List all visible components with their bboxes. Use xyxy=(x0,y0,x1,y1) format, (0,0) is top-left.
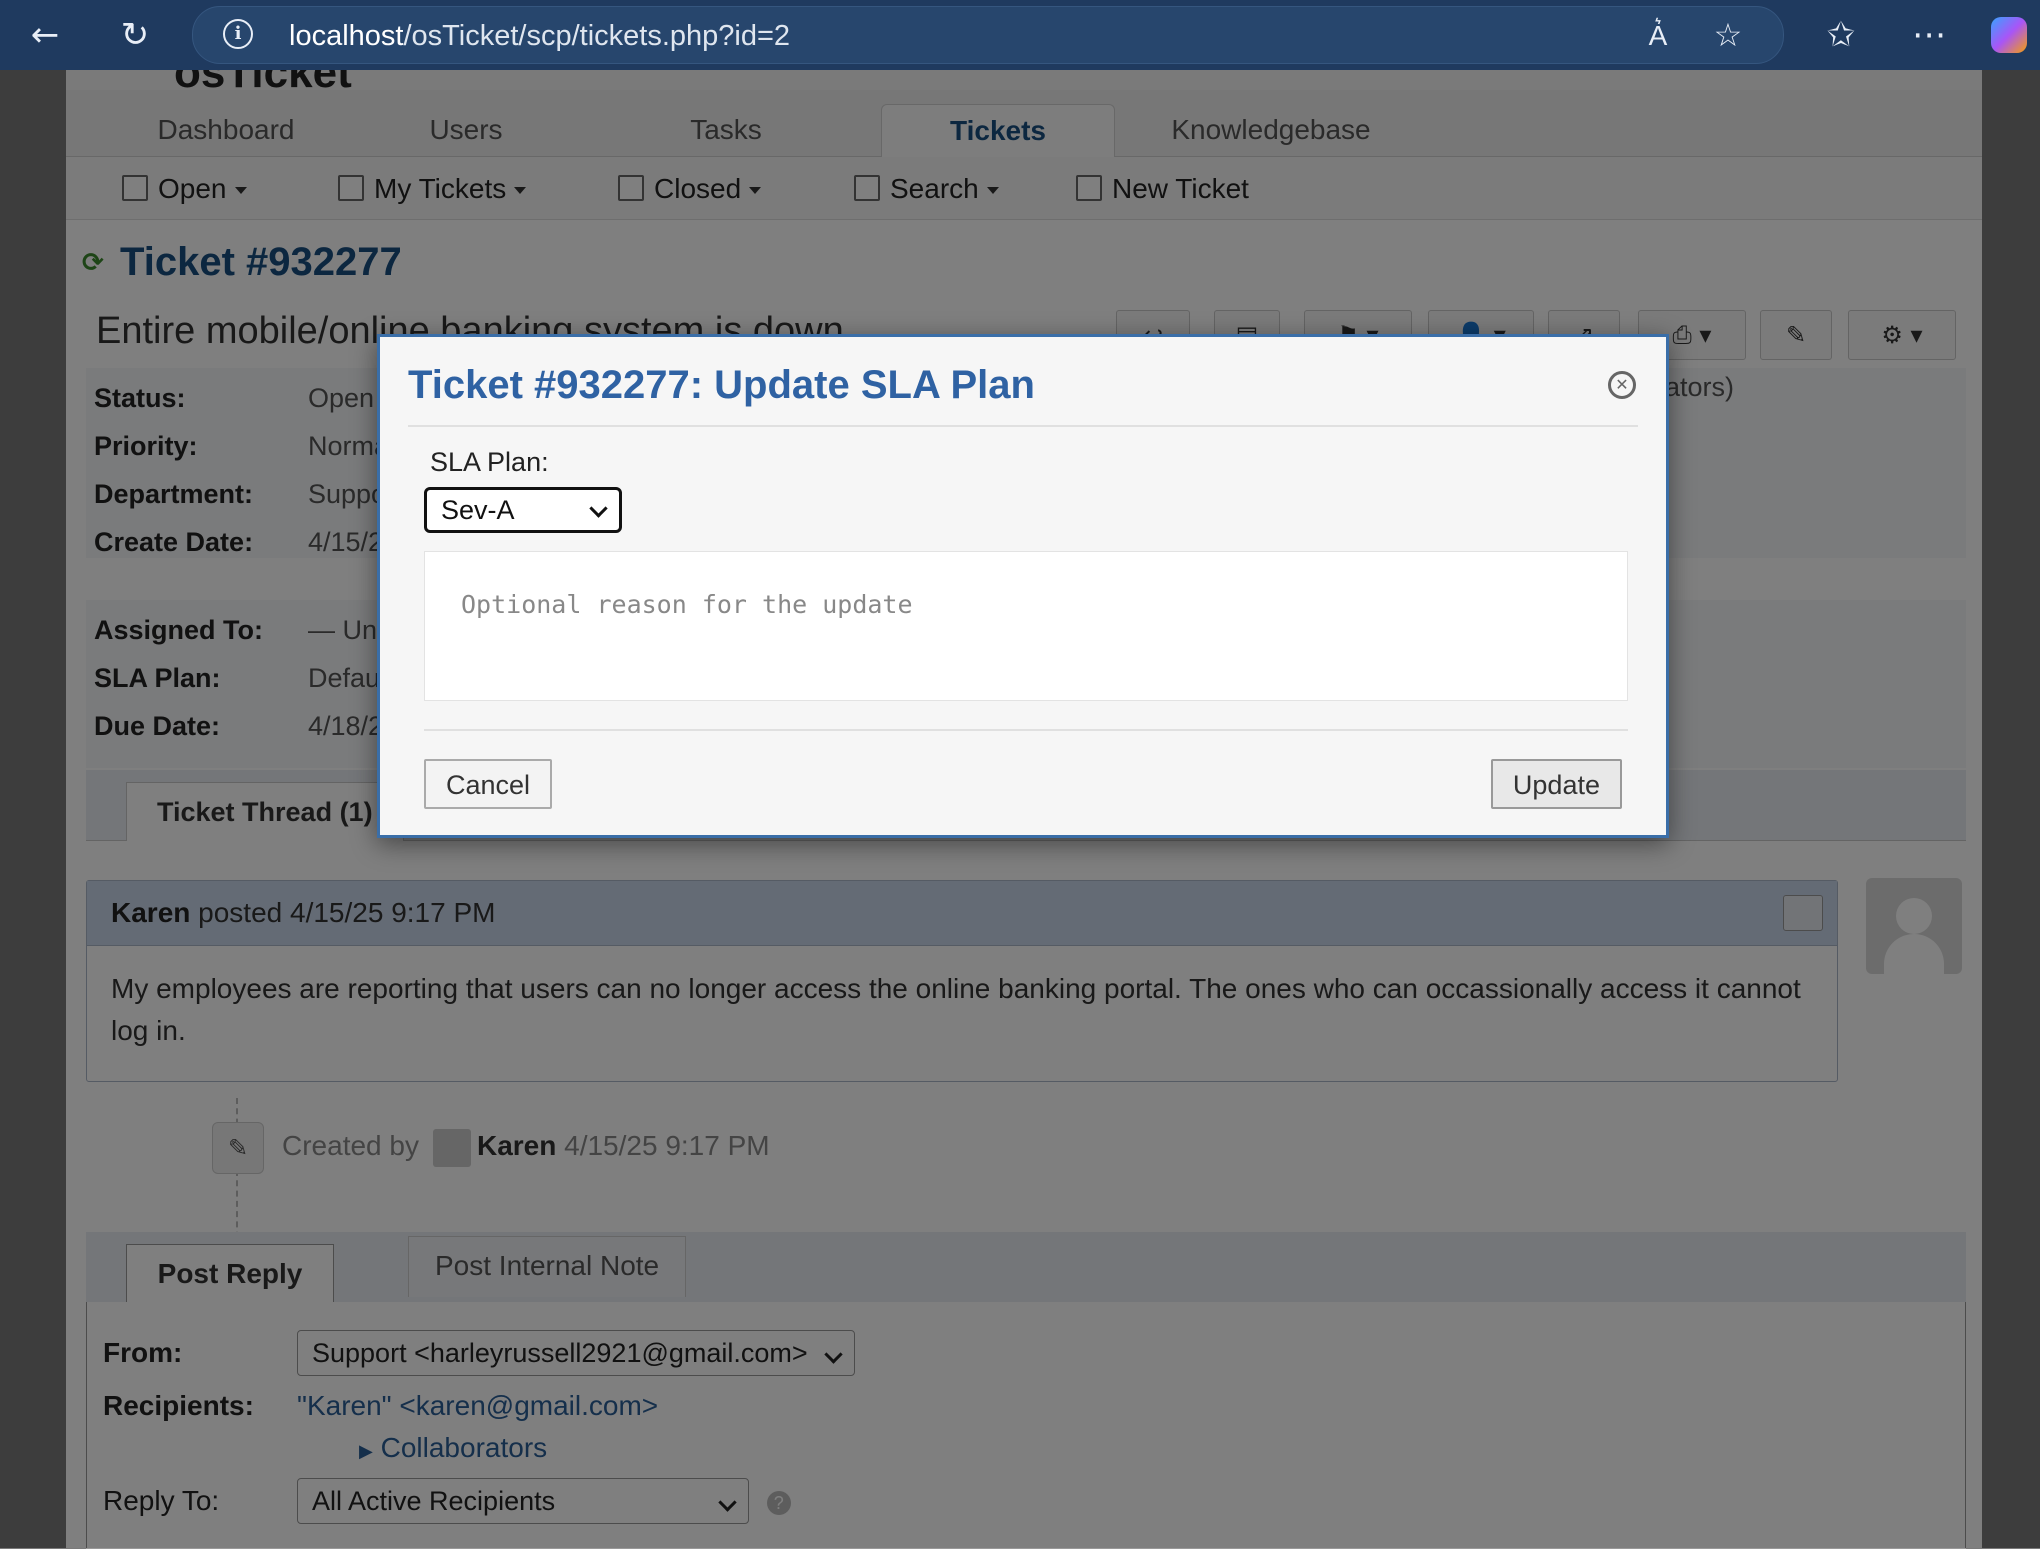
close-icon[interactable]: ✕ xyxy=(1608,371,1636,399)
url-text[interactable]: localhost/osTicket/scp/tickets.php?id=2 xyxy=(289,20,790,53)
divider xyxy=(424,729,1628,731)
back-arrow-icon[interactable]: ← xyxy=(20,10,70,60)
more-menu-icon[interactable]: ⋯ xyxy=(1904,10,1954,60)
reason-textarea[interactable]: Optional reason for the update xyxy=(424,551,1628,701)
copilot-icon[interactable] xyxy=(1984,10,2034,60)
cancel-button[interactable]: Cancel xyxy=(424,759,553,809)
favorite-star-icon[interactable]: ☆ xyxy=(1703,10,1753,60)
update-button[interactable]: Update xyxy=(1490,759,1622,809)
reload-icon[interactable]: ↻ xyxy=(110,10,160,60)
address-bar[interactable]: i localhost/osTicket/scp/tickets.php?id=… xyxy=(192,6,1784,64)
divider xyxy=(408,425,1638,427)
reason-placeholder: Optional reason for the update xyxy=(461,590,913,619)
site-info-icon[interactable]: i xyxy=(223,19,253,49)
update-sla-dialog: Ticket #932277: Update SLA Plan ✕ SLA Pl… xyxy=(377,334,1669,838)
dialog-title: Ticket #932277: Update SLA Plan xyxy=(408,363,1035,407)
read-aloud-icon[interactable]: A͛ xyxy=(1633,10,1683,60)
sla-plan-select[interactable]: Sev-A xyxy=(424,487,622,533)
favorites-icon[interactable]: ✩ xyxy=(1816,10,1866,60)
sla-plan-label: SLA Plan: xyxy=(430,447,549,477)
browser-toolbar: ← ↻ i localhost/osTicket/scp/tickets.php… xyxy=(0,0,2040,70)
